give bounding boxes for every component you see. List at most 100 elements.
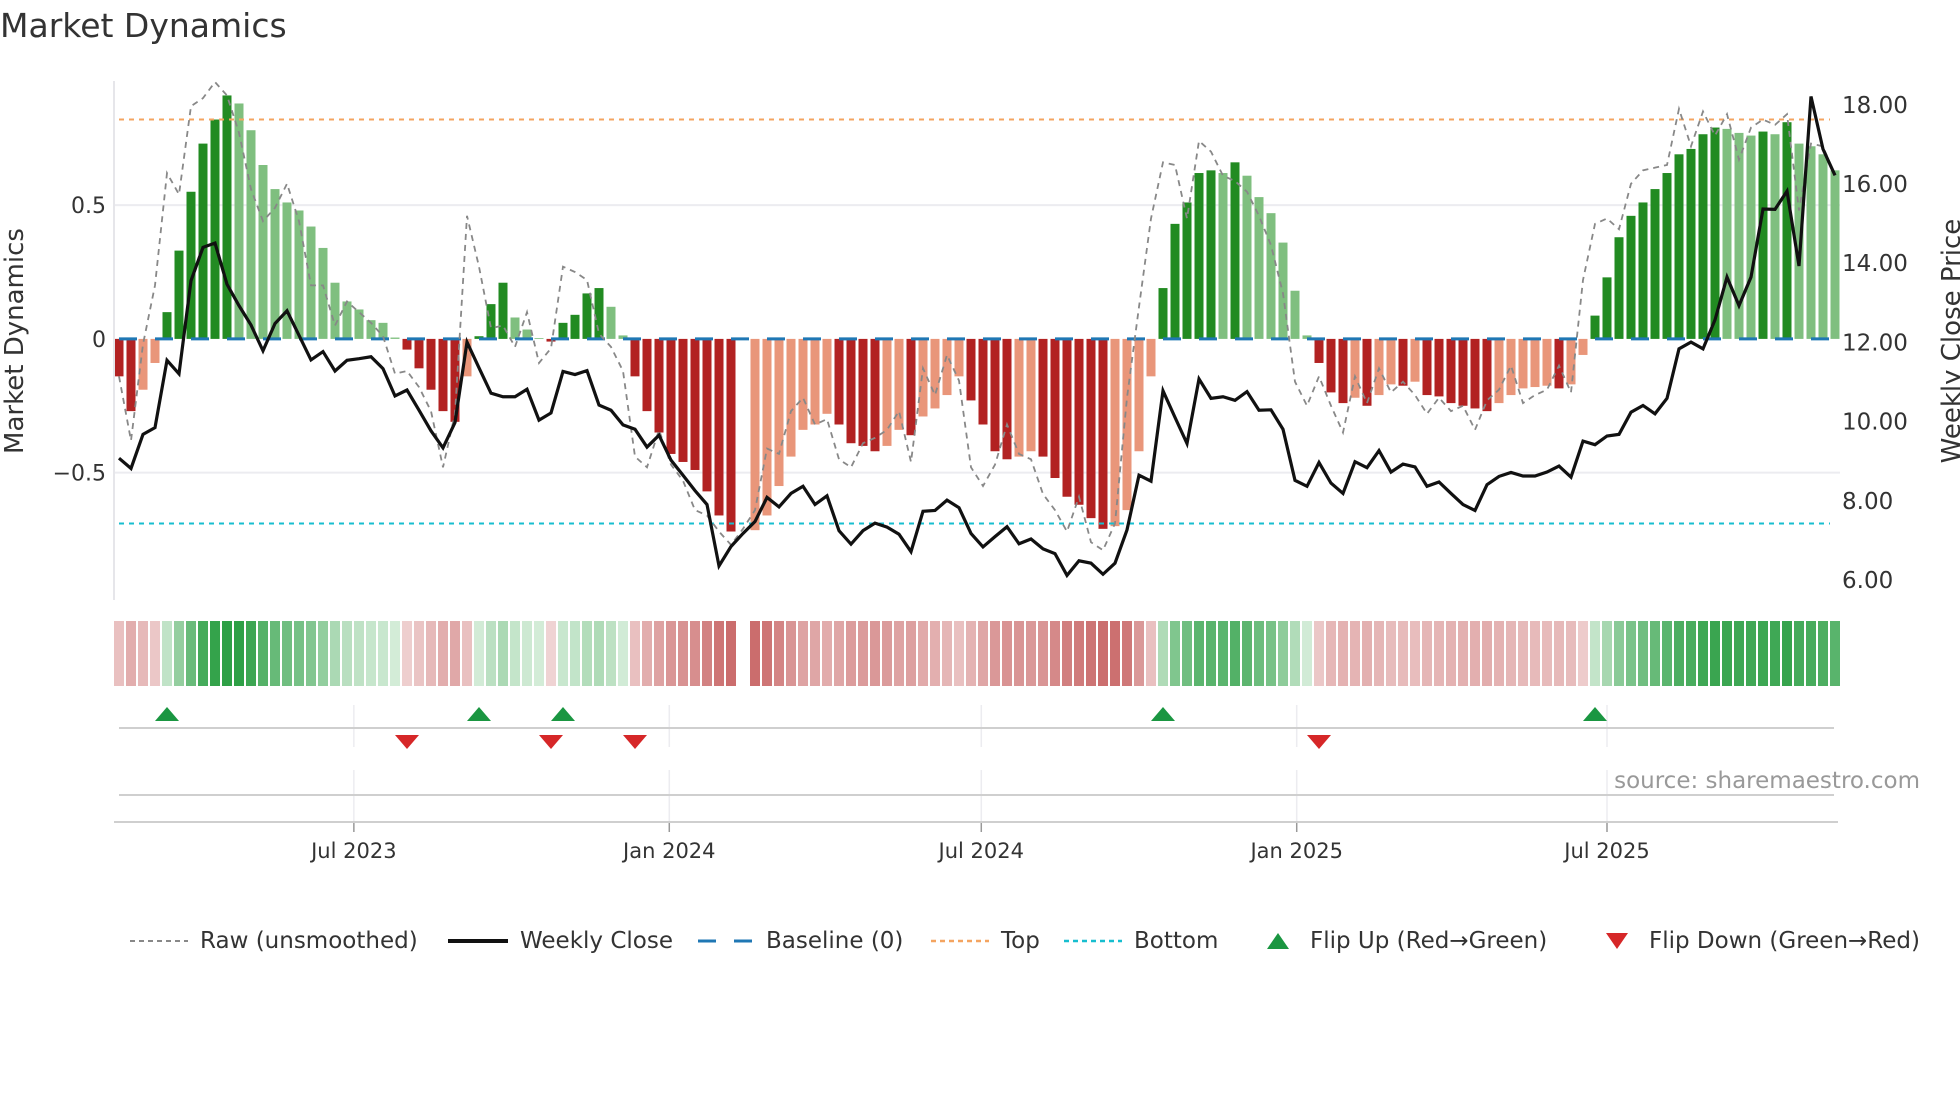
dynamics-bar: [678, 338, 688, 462]
heat-cell: [1554, 621, 1564, 686]
heat-cell: [1254, 621, 1264, 686]
dynamics-bar: [1062, 338, 1072, 497]
dynamics-bar: [1446, 338, 1456, 404]
dynamics-bar: [1242, 175, 1252, 339]
heat-cell: [1662, 621, 1672, 686]
heat-cell: [558, 621, 568, 686]
dynamics-bar: [1398, 338, 1408, 386]
heat-cell: [990, 621, 1000, 686]
heat-cell: [474, 621, 484, 686]
heat-cell: [1110, 621, 1120, 686]
heat-cell: [846, 621, 856, 686]
heat-cell: [702, 621, 712, 686]
y-right-tick-label: 8.00: [1842, 489, 1893, 515]
heat-cell: [1602, 621, 1612, 686]
heat-cell: [1362, 621, 1372, 686]
heat-cell: [1326, 621, 1336, 686]
heat-cell: [1770, 621, 1780, 686]
heat-cell: [1158, 621, 1168, 686]
heat-cell: [402, 621, 412, 686]
dynamics-bar: [1410, 338, 1420, 382]
dynamics-bar: [654, 338, 664, 433]
heat-cell: [1122, 621, 1132, 686]
dynamics-bar: [666, 338, 676, 454]
flip-down-marker: [395, 735, 419, 749]
reference-lines: [119, 118, 1830, 525]
heat-cell: [798, 621, 808, 686]
x-tick-label: Jul 2025: [1562, 839, 1649, 863]
heat-cell: [342, 621, 352, 686]
y-right-tick-label: 12.00: [1842, 330, 1908, 356]
heat-cell: [210, 621, 220, 686]
heat-cell: [1410, 621, 1420, 686]
dynamics-bar: [906, 338, 916, 436]
dynamics-bar: [714, 338, 724, 516]
heat-cell: [1290, 621, 1300, 686]
y-tick-label: 0: [92, 328, 106, 353]
dynamics-bar: [1518, 338, 1528, 389]
dynamics-bar: [1806, 146, 1816, 339]
dynamics-bar: [222, 95, 232, 339]
dynamics-bar: [570, 314, 580, 339]
heat-cell: [654, 621, 664, 686]
dynamics-bar: [1098, 338, 1108, 529]
heat-cell: [294, 621, 304, 686]
heat-cell: [618, 621, 628, 686]
heat-cell: [1542, 621, 1552, 686]
legend-label: Flip Down (Green→Red): [1649, 928, 1920, 954]
heat-cell: [570, 621, 580, 686]
heat-cell: [318, 621, 328, 686]
heat-cell: [1686, 621, 1696, 686]
heat-cell: [1098, 621, 1108, 686]
dynamics-bar: [1218, 173, 1228, 339]
heat-cell: [174, 621, 184, 686]
heat-cell: [1626, 621, 1636, 686]
heat-cell: [306, 621, 316, 686]
dynamics-bar: [1542, 338, 1552, 386]
dynamics-bar: [1170, 223, 1180, 339]
dynamics-bar: [1002, 338, 1012, 460]
heat-cell: [978, 621, 988, 686]
heat-cell: [1134, 621, 1144, 686]
legend-item-top: Top: [931, 926, 1040, 956]
heat-cell: [942, 621, 952, 686]
heat-cell: [1062, 621, 1072, 686]
x-tick-label: Jan 2025: [1248, 839, 1343, 863]
heat-cell: [1650, 621, 1660, 686]
heat-cell: [1014, 621, 1024, 686]
heat-cell: [726, 621, 736, 686]
heat-cell: [1038, 621, 1048, 686]
dynamics-bar: [834, 338, 844, 425]
dynamics-bar: [1254, 197, 1264, 339]
y-right-tick-label: 14.00: [1842, 251, 1908, 277]
heat-strip: [114, 621, 1840, 686]
heat-cell: [258, 621, 268, 686]
dynamics-bar: [1338, 338, 1348, 404]
heat-cell: [762, 621, 772, 686]
heat-cell: [162, 621, 172, 686]
dynamics-bar: [1782, 122, 1792, 339]
heat-cell: [1350, 621, 1360, 686]
dynamics-bar: [1494, 338, 1504, 404]
dynamics-bar: [762, 338, 772, 516]
legend-label: Weekly Close: [520, 928, 673, 954]
heat-cell: [438, 621, 448, 686]
heat-cell: [354, 621, 364, 686]
heat-cell: [1374, 621, 1384, 686]
heat-cell: [1230, 621, 1240, 686]
x-tick-label: Jan 2024: [621, 839, 716, 863]
legend-label: Raw (unsmoothed): [200, 928, 418, 954]
dynamics-bar: [1050, 338, 1060, 479]
dynamics-bar: [162, 312, 172, 339]
dynamics-bar: [1470, 338, 1480, 409]
heat-cell: [594, 621, 604, 686]
heat-cell: [1818, 621, 1828, 686]
heat-cell: [1518, 621, 1528, 686]
heat-cell: [522, 621, 532, 686]
dynamics-bars: [114, 95, 1840, 532]
dynamics-bar: [1770, 134, 1780, 339]
heat-cell: [678, 621, 688, 686]
dynamics-bar: [1026, 338, 1036, 452]
heat-cell: [366, 621, 376, 686]
heat-cell: [690, 621, 700, 686]
